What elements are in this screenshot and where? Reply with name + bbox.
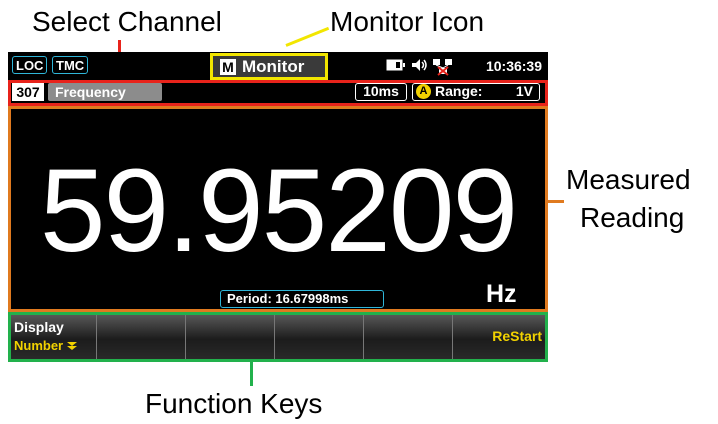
- monitor-icon-callout: Monitor Icon: [330, 6, 485, 37]
- battery-icon: [386, 58, 406, 75]
- channel-row[interactable]: 307 Frequency 10ms A Range: 1V: [8, 80, 548, 104]
- integration-rate: 10ms: [355, 83, 407, 101]
- measured-reading-leader: [546, 200, 564, 203]
- function-key-2[interactable]: [97, 314, 186, 360]
- range-label: Range:: [435, 83, 483, 99]
- auto-range-icon: A: [416, 84, 431, 99]
- channel-number[interactable]: 307: [12, 83, 44, 101]
- measured-reading: 59.95209: [39, 145, 518, 277]
- function-key-bar: Display Number ReStart: [8, 314, 548, 360]
- restart-label: ReStart: [492, 328, 542, 344]
- function-key-6[interactable]: ReStart: [453, 314, 548, 360]
- period-readout: Period: 16.67998ms: [220, 290, 384, 308]
- range-indicator: A Range: 1V: [412, 83, 540, 101]
- function-key-1[interactable]: Display Number: [8, 314, 97, 360]
- select-channel-callout: Select Channel: [32, 6, 222, 37]
- function-key-3[interactable]: [186, 314, 275, 360]
- function-key-1-value: Number: [14, 338, 77, 353]
- function-key-4[interactable]: [275, 314, 364, 360]
- function-keys-leader: [250, 360, 253, 386]
- function-key-5[interactable]: [364, 314, 453, 360]
- loc-badge: LOC: [12, 56, 48, 74]
- tmc-badge: TMC: [52, 56, 89, 74]
- chevron-down-icon: [66, 342, 77, 350]
- monitor-label: Monitor: [242, 57, 305, 76]
- measured-reading-callout-line1: Measured: [566, 164, 691, 195]
- function-key-1-label: Display: [14, 319, 64, 335]
- clock: 10:36:39: [485, 58, 542, 74]
- monitor-icon-leader: [285, 26, 330, 47]
- status-bar: LOC TMC M Monitor 10:36:39: [8, 52, 548, 78]
- channel-function[interactable]: Frequency: [48, 83, 162, 101]
- measurement-unit: Hz: [486, 280, 517, 308]
- function-keys-callout: Function Keys: [145, 388, 323, 419]
- network-icon: [432, 58, 454, 79]
- monitor-icon: M: [220, 59, 236, 75]
- speaker-icon: [411, 58, 429, 75]
- measured-reading-callout-line2: Reading: [580, 202, 685, 233]
- monitor-indicator: M Monitor: [212, 56, 325, 77]
- range-value: 1V: [515, 83, 533, 99]
